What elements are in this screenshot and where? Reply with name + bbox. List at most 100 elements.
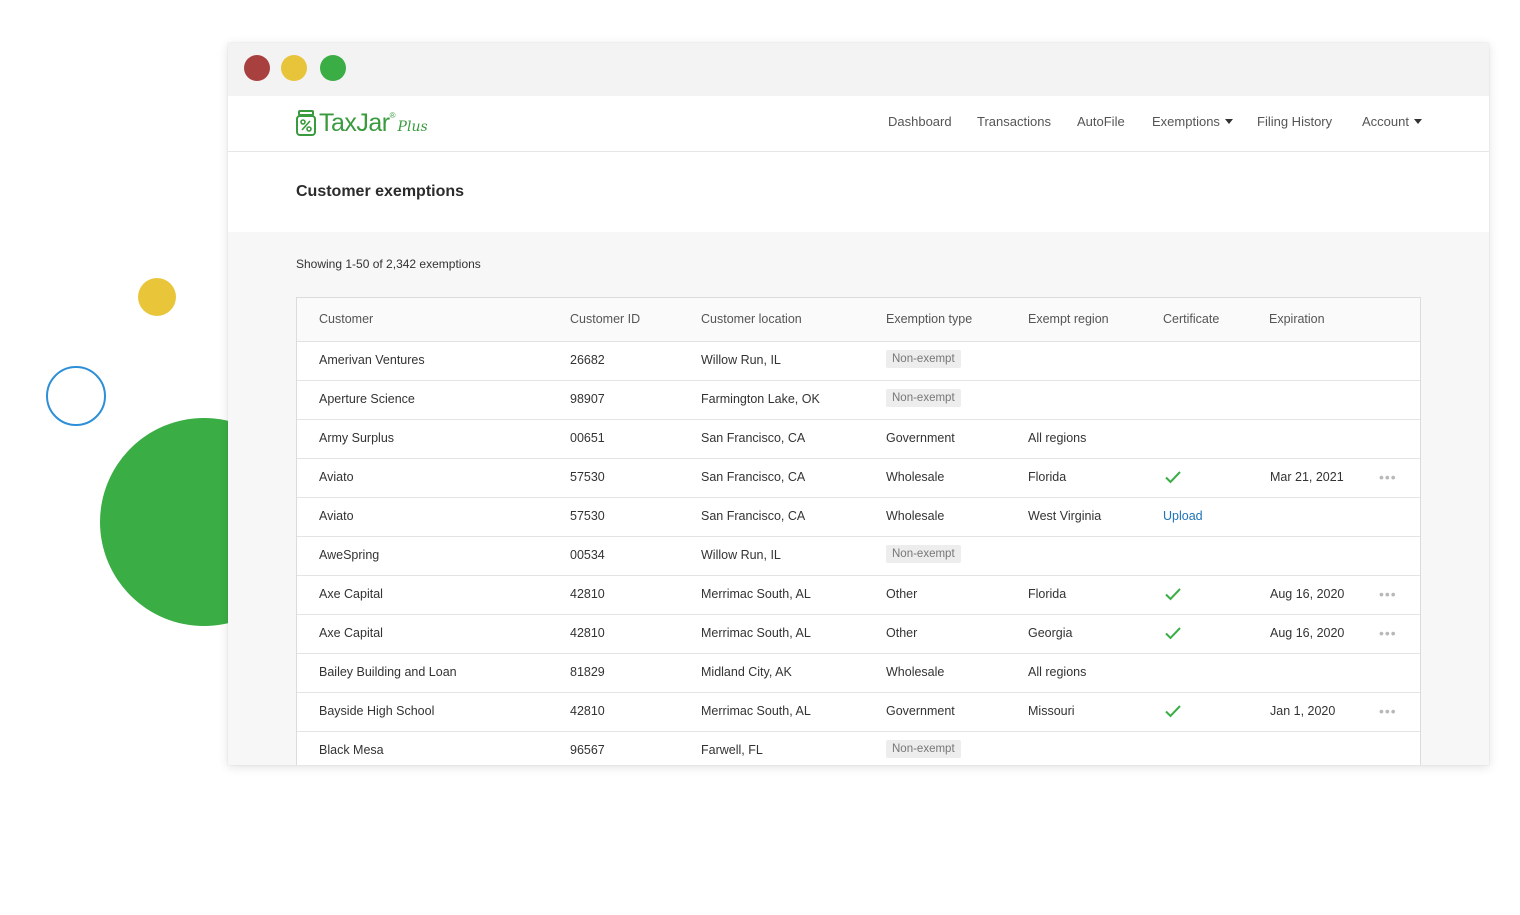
cell-expiration: Aug 16, 2020	[1270, 626, 1345, 640]
column-header-customer[interactable]: Customer	[319, 312, 373, 326]
cell-exemption-type: Other	[886, 587, 918, 601]
column-header-location[interactable]: Customer location	[701, 312, 802, 326]
more-horizontal-icon[interactable]: •••	[1379, 587, 1397, 601]
exemption-type-badge: Non-exempt	[886, 389, 961, 407]
window-titlebar	[228, 43, 1489, 96]
cell-exemption-type: Wholesale	[886, 470, 945, 484]
cell-customer[interactable]: AweSpring	[319, 548, 379, 562]
nav-account[interactable]: Account	[1362, 114, 1422, 129]
cell-customer[interactable]: Aviato	[319, 509, 354, 523]
cell-location: Willow Run, IL	[701, 353, 781, 367]
checkmark-icon	[1165, 471, 1181, 484]
table-row[interactable]: Army Surplus 00651 San Francisco, CA Govern…	[297, 420, 1420, 459]
column-header-expiration[interactable]: Expiration	[1269, 312, 1325, 326]
cell-exemption-type: Government	[886, 431, 955, 445]
cell-location: Merrimac South, AL	[701, 587, 811, 601]
cell-location: Merrimac South, AL	[701, 704, 811, 718]
cell-expiration: Jan 1, 2020	[1270, 704, 1336, 718]
cell-customer-id: 42810	[570, 626, 605, 640]
nav-label: Filing History	[1257, 114, 1333, 129]
more-horizontal-icon[interactable]: •••	[1379, 470, 1397, 484]
exemptions-table: Customer Customer ID Customer location E…	[296, 297, 1421, 765]
cell-location: Farwell, FL	[701, 743, 763, 757]
column-header-exemption-type[interactable]: Exemption type	[886, 312, 972, 326]
cell-customer[interactable]: Aperture Science	[319, 392, 415, 406]
decorative-yellow-circle	[138, 278, 176, 316]
cell-customer[interactable]: Bailey Building and Loan	[319, 665, 457, 679]
cell-exemption-type: Government	[886, 704, 955, 718]
table-row[interactable]: Bayside High School 42810 Merrimac South, …	[297, 693, 1420, 732]
cell-location: San Francisco, CA	[701, 470, 806, 484]
column-header-certificate[interactable]: Certificate	[1163, 312, 1219, 326]
exemption-type-badge: Non-exempt	[886, 350, 961, 368]
cell-customer[interactable]: Axe Capital	[319, 587, 383, 601]
window-close-button[interactable]	[244, 55, 270, 81]
nav-dashboard[interactable]: Dashboard	[888, 114, 952, 129]
cell-exempt-region: All regions	[1028, 665, 1087, 679]
cell-location: San Francisco, CA	[701, 431, 806, 445]
nav-exemptions[interactable]: Exemptions	[1152, 114, 1233, 129]
upload-certificate-link[interactable]: Upload	[1163, 509, 1203, 523]
page-title: Customer exemptions	[296, 183, 465, 200]
cell-customer-id: 00651	[570, 431, 605, 445]
cell-location: Midland City, AK	[701, 665, 792, 679]
taxjar-logo[interactable]: TaxJar ® Plus	[295, 108, 428, 138]
cell-customer-id: 42810	[570, 587, 605, 601]
cell-expiration: Aug 16, 2020	[1270, 587, 1345, 601]
table-row[interactable]: Bailey Building and Loan 81829 Midland Cit…	[297, 654, 1420, 693]
table-body: Amerivan Ventures 26682 Willow Run, IL Non-…	[297, 342, 1420, 765]
table-row[interactable]: Aperture Science 98907 Farmington Lake, OK…	[297, 381, 1420, 420]
cell-customer[interactable]: Axe Capital	[319, 626, 383, 640]
jar-icon	[296, 110, 316, 136]
table-row[interactable]: AweSpring 00534 Willow Run, IL Non-exempt	[297, 537, 1420, 576]
more-horizontal-icon[interactable]: •••	[1379, 626, 1397, 640]
browser-window: TaxJar ® Plus Dashboard Transactions AutoF…	[228, 43, 1489, 765]
column-header-exempt-region[interactable]: Exempt region	[1028, 312, 1109, 326]
table-row[interactable]: Axe Capital 42810 Merrimac South, AL Other G…	[297, 615, 1420, 654]
nav-transactions[interactable]: Transactions	[977, 114, 1051, 129]
table-row[interactable]: Amerivan Ventures 26682 Willow Run, IL Non-…	[297, 342, 1420, 381]
cell-exempt-region: Florida	[1028, 470, 1067, 484]
cell-location: San Francisco, CA	[701, 509, 806, 523]
checkmark-icon	[1165, 588, 1181, 601]
top-navbar: TaxJar ® Plus Dashboard Transactions AutoF…	[228, 96, 1489, 152]
cell-exempt-region: All regions	[1028, 431, 1087, 445]
cell-customer-id: 42810	[570, 704, 605, 718]
results-count: Showing 1-50 of 2,342 exemptions	[296, 257, 481, 271]
cell-location: Merrimac South, AL	[701, 626, 811, 640]
window-maximize-button[interactable]	[320, 55, 346, 81]
cell-customer[interactable]: Army Surplus	[319, 431, 394, 445]
checkmark-icon	[1165, 627, 1181, 640]
more-horizontal-icon[interactable]: •••	[1379, 704, 1397, 718]
cell-exempt-region: Missouri	[1028, 704, 1075, 718]
logo-registered-mark: ®	[389, 110, 396, 120]
table-row[interactable]: Axe Capital 42810 Merrimac South, AL Other F…	[297, 576, 1420, 615]
nav-label: Dashboard	[888, 114, 952, 129]
cell-customer[interactable]: Aviato	[319, 470, 354, 484]
table-row[interactable]: Aviato 57530 San Francisco, CA Wholesale Flo…	[297, 459, 1420, 498]
cell-customer-id: 57530	[570, 470, 605, 484]
table-row[interactable]: Black Mesa 96567 Farwell, FL Non-exempt	[297, 732, 1420, 765]
logo-plus: Plus	[397, 119, 428, 135]
cell-customer[interactable]: Amerivan Ventures	[319, 353, 425, 367]
nav-label: Transactions	[977, 114, 1051, 129]
cell-customer-id: 26682	[570, 353, 605, 367]
table-row[interactable]: Aviato 57530 San Francisco, CA Wholesale Wes…	[297, 498, 1420, 537]
window-minimize-button[interactable]	[281, 55, 307, 81]
nav-autofile[interactable]: AutoFile	[1077, 114, 1125, 129]
cell-customer-id: 96567	[570, 743, 605, 757]
page-header: Customer exemptions	[228, 152, 1489, 232]
cell-customer[interactable]: Bayside High School	[319, 704, 434, 718]
cell-customer[interactable]: Black Mesa	[319, 743, 384, 757]
column-header-customer-id[interactable]: Customer ID	[570, 312, 640, 326]
cell-exemption-type: Other	[886, 626, 918, 640]
cell-exempt-region: Florida	[1028, 587, 1067, 601]
logo-wordmark: TaxJar	[319, 108, 390, 137]
nav-filing-history[interactable]: Filing History	[1257, 114, 1332, 129]
cell-exemption-type: Wholesale	[886, 509, 945, 523]
cell-exempt-region: West Virginia	[1028, 509, 1102, 523]
nav-label: AutoFile	[1077, 114, 1125, 129]
cell-customer-id: 81829	[570, 665, 605, 679]
caret-down-icon	[1224, 119, 1233, 125]
cell-location: Farmington Lake, OK	[701, 392, 820, 406]
